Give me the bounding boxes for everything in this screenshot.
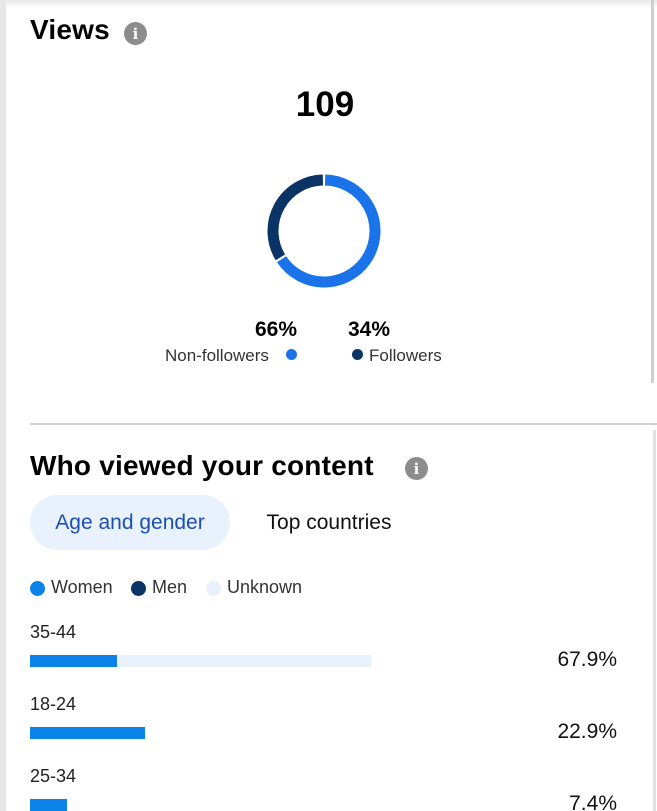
top-border xyxy=(0,0,657,8)
tab-age-and-gender[interactable]: Age and gender xyxy=(30,495,230,550)
non-followers-label: Non-followers xyxy=(165,346,269,365)
age-percent-18-24: 22.9% xyxy=(557,720,617,743)
non-followers-percent: 66% xyxy=(255,318,298,341)
analytics-page: Views i 109 66% 34% Non-followers Follow… xyxy=(0,0,657,811)
followers-arc xyxy=(267,174,324,261)
women-bar xyxy=(30,799,68,811)
non-followers-dot xyxy=(286,349,297,360)
info-icon[interactable]: i xyxy=(124,22,147,45)
women-legend-label: Women xyxy=(51,577,113,597)
age-label-18-24: 18-24 xyxy=(30,694,77,714)
age-percent-25-34: 7.4% xyxy=(569,792,617,811)
info-icon[interactable]: i xyxy=(405,457,428,480)
women-bar xyxy=(30,655,117,667)
tab-top-countries[interactable]: Top countries xyxy=(243,495,415,550)
age-percent-35-44: 67.9% xyxy=(557,648,617,671)
followers-dot xyxy=(352,349,363,360)
followers-label: Followers xyxy=(369,346,442,365)
right-border xyxy=(653,430,656,811)
men-legend-label: Men xyxy=(152,577,188,597)
audience-title: Who viewed your content xyxy=(30,450,374,481)
age-label-25-34: 25-34 xyxy=(30,766,77,786)
views-count: 109 xyxy=(295,85,355,124)
age-label-35-44: 35-44 xyxy=(30,622,77,642)
scrollbar-track[interactable] xyxy=(651,0,654,383)
section-divider xyxy=(30,423,657,425)
men-legend-dot xyxy=(131,581,146,596)
unknown-legend-label: Unknown xyxy=(227,577,303,597)
followers-percent: 34% xyxy=(348,318,391,341)
unknown-legend-dot xyxy=(206,581,221,596)
women-legend-dot xyxy=(30,581,45,596)
views-title: Views xyxy=(30,14,110,45)
views-donut-chart xyxy=(267,174,381,288)
women-bar xyxy=(30,727,145,739)
